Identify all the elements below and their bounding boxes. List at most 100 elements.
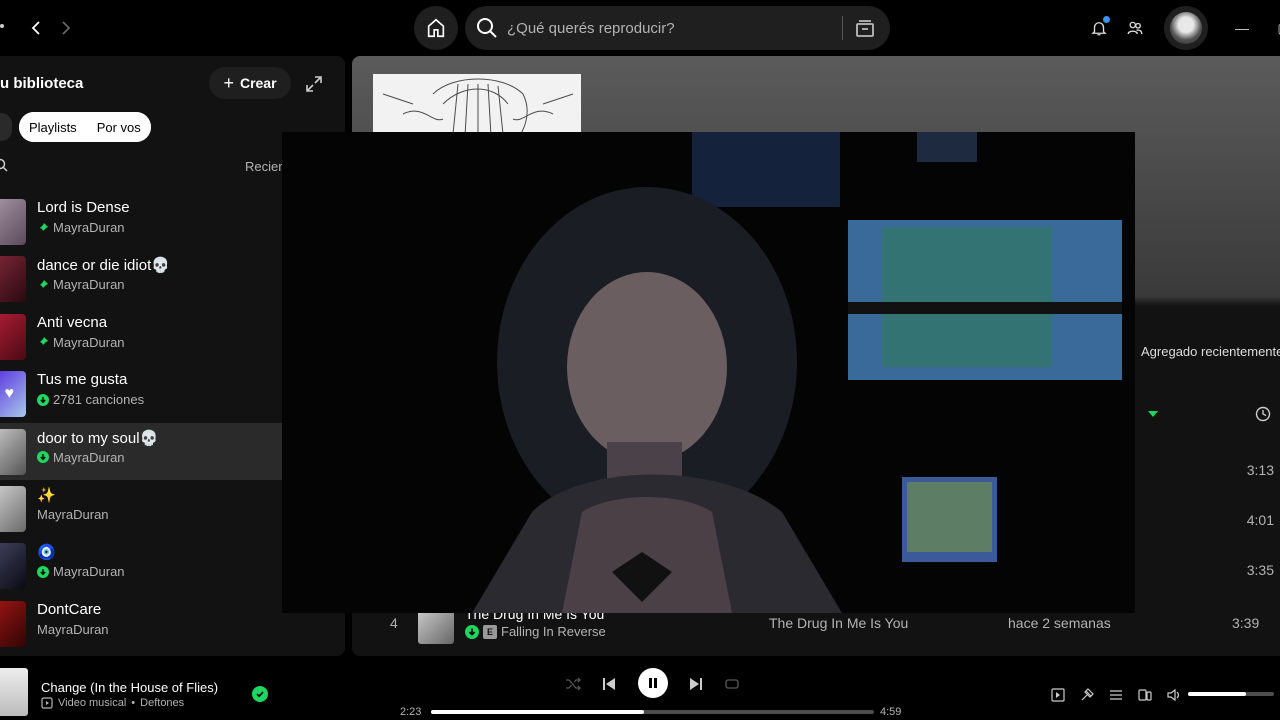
track-number: 4 [390,615,398,631]
queue-button[interactable] [1107,686,1125,704]
minimize-window-button[interactable]: — [1230,16,1254,40]
top-bar: — ▢ [0,0,1280,56]
filter-chips: Playlists Por vos [19,112,151,142]
sort-caret-down-icon[interactable] [1147,410,1159,418]
playlist-subtitle: MayraDuran [37,220,125,235]
track-date-added: hace 2 semanas [1008,615,1111,631]
clock-icon [1255,406,1271,422]
playlist-owner: MayraDuran [53,220,125,235]
playlist-subtitle: MayraDuran [37,622,109,637]
check-icon [256,691,264,698]
separator: • [131,697,136,709]
search-divider [842,16,843,40]
webcam-image [282,132,1135,613]
playlist-name: 🧿 [37,544,56,562]
user-avatar-button[interactable] [1164,6,1208,50]
chip-por-vos[interactable]: Por vos [86,112,151,142]
track-duration: 3:35 [1246,562,1274,578]
now-playing-view-button[interactable] [1049,686,1067,704]
menu-dots-icon[interactable] [0,24,4,28]
now-playing-artist[interactable]: Deftones [140,697,184,709]
search-bar [465,6,890,50]
playlist-name: door to my soul💀 [37,429,159,447]
liked-songs-cover: ♥ [0,371,26,418]
playlist-cover [0,485,26,532]
track-album[interactable]: The Drug In Me Is You [769,615,908,631]
playback-progress-bar[interactable] [431,710,874,714]
track-duration: 3:13 [1246,462,1274,478]
home-button[interactable] [414,6,458,50]
playlist-name: ✨ [37,486,56,504]
chevron-right-icon [62,21,71,35]
media-type: Video musical [58,697,127,709]
playlist-subtitle: MayraDuran [37,564,125,579]
downloaded-icon [37,451,49,464]
volume-slider[interactable] [1188,692,1274,696]
forward-button[interactable] [52,14,80,42]
back-button[interactable] [22,14,50,42]
maximize-window-button[interactable]: ▢ [1272,16,1280,40]
playlist-cover [0,256,26,303]
queue-icon [1110,690,1122,700]
total-time: 4:59 [880,706,902,718]
connect-device-button[interactable] [1136,686,1154,704]
repeat-button[interactable] [722,674,742,694]
browse-icon[interactable] [853,16,877,40]
repeat-icon [725,679,739,689]
friend-activity-button[interactable] [1123,16,1147,40]
now-playing-cover[interactable] [0,668,28,716]
clear-filter-button[interactable] [0,113,12,141]
saved-check-button[interactable] [252,686,268,702]
library-sort-button[interactable]: Recien [245,159,285,174]
shuffle-icon [566,677,581,691]
now-playing-title[interactable]: Change (In the House of Flies) [41,680,218,695]
create-label: Crear [239,75,277,91]
pause-button[interactable] [638,668,668,698]
playlist-name: dance or die idiot💀 [37,257,170,275]
library-search-icon[interactable] [0,158,8,172]
lyrics-button[interactable] [1078,686,1096,704]
notifications-button[interactable] [1087,16,1111,40]
track-artist[interactable]: Falling In Reverse [501,624,606,639]
playlist-subtitle: MayraDuran [37,507,109,522]
home-icon [427,18,445,38]
pin-icon [38,337,48,348]
next-button[interactable] [686,674,706,694]
playlist-name: DontCare [37,600,102,618]
playlist-cover [0,313,26,360]
create-button[interactable]: + Crear [209,67,291,99]
playlist-cover [0,543,26,590]
playlist-subtitle: MayraDuran [37,450,125,465]
plus-icon: + [223,73,234,93]
skip-forward-icon [690,678,702,690]
pin-icon [38,222,48,233]
playlist-owner: MayraDuran [37,506,109,522]
playlist-name: Tus me gusta [37,371,128,389]
search-input[interactable] [507,16,797,40]
expand-icon[interactable] [304,74,324,94]
avatar [1170,12,1202,44]
skip-back-icon [603,678,615,690]
pause-icon [649,678,657,688]
chevron-left-icon [31,21,40,35]
shuffle-button[interactable] [563,674,583,694]
playlist-cover [0,600,26,647]
track-artist-line: E Falling In Reverse [465,624,606,639]
song-count: 2781 canciones [53,392,145,408]
now-playing-subtitle: Video musical • Deftones [41,697,184,709]
playlist-cover [0,428,26,475]
explicit-badge: E [483,624,497,639]
downloaded-icon [37,565,49,578]
webcam-overlay [282,132,1135,613]
chip-playlists[interactable]: Playlists [19,112,87,142]
playlist-cover [0,199,26,245]
previous-button[interactable] [599,674,619,694]
mute-button[interactable] [1165,686,1183,704]
track-duration: 4:01 [1246,512,1274,528]
playlist-name: Lord is Dense [37,199,130,216]
notification-dot [1103,16,1110,23]
track-duration: 3:39 [1232,615,1260,631]
library-title: u biblioteca [0,75,84,92]
sort-by-added-label[interactable]: Agregado recientemente [1141,344,1280,359]
downloaded-icon [37,393,49,406]
